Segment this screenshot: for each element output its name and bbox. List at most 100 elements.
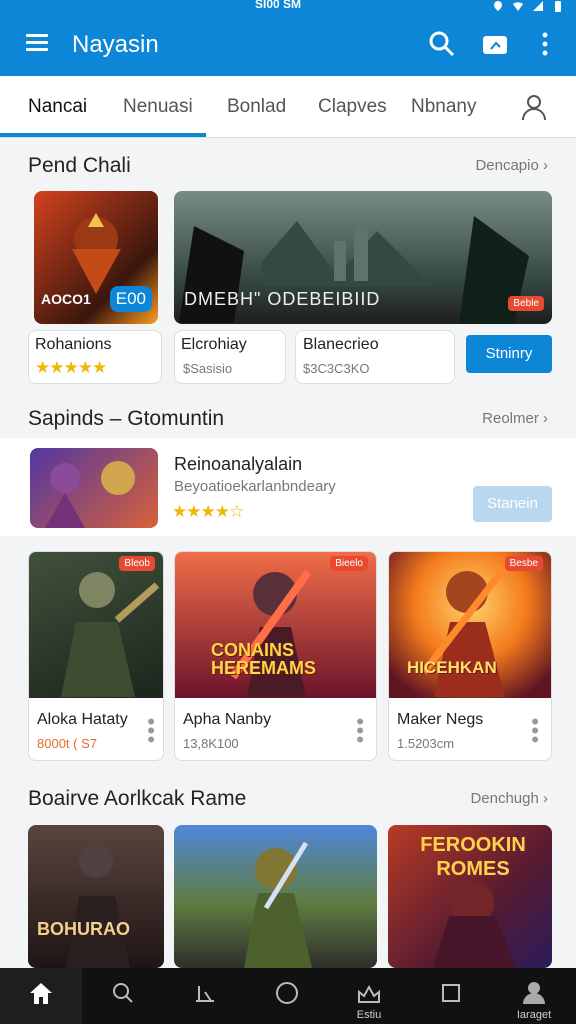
app-title: Nayasin <box>72 31 159 58</box>
see-all-label: Dencapio <box>475 157 539 174</box>
featured-banner-art[interactable]: DMEBH" ODEBEIBIID Beble <box>174 191 552 324</box>
grid-title-1: Aloka Hataty <box>37 711 128 728</box>
search-icon <box>113 983 133 1003</box>
recommended-art-title-3: FEROOKIN ROMES <box>420 834 526 880</box>
crown-icon <box>358 984 380 1003</box>
gamepad-icon[interactable] <box>479 28 511 60</box>
grid-title-2: Apha Nanby <box>183 711 272 728</box>
grid-sub-1: 8000t ( S7 <box>37 736 97 751</box>
grid-card-3[interactable]: HICEHKAN Besbe Maker Negs 1.5203cm • • • <box>388 551 552 761</box>
section-title-recommended: Boairve Aorlkcak Rame <box>28 787 247 810</box>
grid-sub-2: 13,8K100 <box>183 736 239 751</box>
nav-label-crown: Estiu <box>356 1009 382 1021</box>
grid-title-3: Maker Negs <box>397 711 484 728</box>
bottom-navigation: Estiu Iaraget <box>0 968 576 1024</box>
grid-card-art-3: HICEHKAN <box>389 552 551 698</box>
grid-card-art-2: CONAINS HEREMAMS <box>175 552 376 698</box>
nav-games[interactable] <box>164 968 246 1024</box>
location-icon <box>494 1 502 11</box>
nav-label-account: Iaraget <box>516 1009 552 1021</box>
featured-sub-3: $3C3C3KO <box>303 361 370 376</box>
grid-badge-2: Bieelo <box>330 556 368 571</box>
circle-icon <box>276 982 298 1004</box>
status-bar: SI00 SM <box>0 0 576 14</box>
see-all-recommended[interactable]: Denchugh › <box>470 790 548 807</box>
grid-art-title-3: HICEHKAN <box>407 658 497 677</box>
featured-sub-2: $Sasisio <box>183 361 233 376</box>
upcoming-button[interactable]: Stanein <box>473 486 552 522</box>
active-tab-indicator <box>0 133 206 137</box>
status-time: SI00 SM <box>255 0 302 11</box>
see-all-featured[interactable]: Dencapio › <box>475 157 548 174</box>
featured-card-3[interactable]: Blanecrieo $3C3C3KO <box>295 330 455 384</box>
battery-icon <box>555 1 561 12</box>
more-options-icon[interactable]: • • • <box>356 711 364 751</box>
chevron-right-icon: › <box>543 410 548 427</box>
featured-title-2: Elcrohiay <box>181 336 247 353</box>
featured-action-button[interactable]: Stninry <box>466 335 552 373</box>
grid-card-art-1 <box>29 552 163 698</box>
chevron-right-icon: › <box>543 790 548 807</box>
knight-art <box>61 572 160 697</box>
grid-sub-3: 1.5203cm <box>397 736 455 751</box>
tab-nenuasi[interactable]: Nenuasi <box>123 96 193 118</box>
upcoming-subtitle: Beyoatioekarlanbndeary <box>174 478 336 495</box>
tab-clapves[interactable]: Clapves <box>318 96 387 118</box>
nav-circle[interactable] <box>246 968 328 1024</box>
upcoming-title: Reinoanalyalain <box>174 454 303 474</box>
menu-icon[interactable] <box>26 34 48 52</box>
search-icon[interactable] <box>426 28 458 60</box>
featured-game-caption: AOCO1 <box>41 291 91 307</box>
see-all-label: Denchugh <box>470 790 539 807</box>
recommended-game-art-2[interactable] <box>174 825 377 968</box>
more-vertical-icon[interactable] <box>529 28 561 60</box>
wifi-icon <box>513 2 523 12</box>
grid-art-title-2: CONAINS HEREMAMS <box>211 640 317 678</box>
battle-scene-art <box>244 841 312 968</box>
app-bar: Nayasin <box>0 14 576 76</box>
featured-card-1[interactable]: Rohanions ★★★★★ <box>28 330 162 384</box>
heroes-art <box>45 461 135 528</box>
tab-nbnany[interactable]: Nbnany <box>411 96 477 118</box>
rating-stars-1: ★★★★★ <box>35 358 107 377</box>
featured-price-badge: E00 <box>109 286 152 312</box>
nav-square[interactable] <box>410 968 492 1024</box>
recommended-game-art-3[interactable]: FEROOKIN ROMES <box>388 825 552 968</box>
signal-icon <box>533 1 543 11</box>
featured-title-3: Blanecrieo <box>303 336 379 353</box>
featured-game-art[interactable]: AOCO1 E00 <box>34 191 158 324</box>
nav-account[interactable]: Iaraget <box>492 968 576 1024</box>
tab-bonlad[interactable]: Bonlad <box>227 96 286 118</box>
more-options-icon[interactable]: • • • <box>531 711 539 751</box>
category-tabs: Nancai Nenuasi Bonlad Clapves Nbnany <box>0 76 576 138</box>
section-title-upcoming: Sapinds – Gtomuntin <box>28 407 225 430</box>
see-all-upcoming[interactable]: Reolmer › <box>482 410 548 427</box>
featured-title-1: Rohanions <box>35 336 112 353</box>
more-options-icon[interactable]: • • • <box>147 711 155 751</box>
upcoming-list-item[interactable]: Reinoanalyalain Beyoatioekarlanbndeary ★… <box>0 438 576 536</box>
dark-warriors-art <box>66 844 130 968</box>
home-icon <box>30 983 52 1004</box>
user-icon <box>523 982 545 1004</box>
banner-badge: Beble <box>508 296 544 311</box>
nav-crown[interactable]: Estiu <box>328 968 410 1024</box>
recommended-art-title-1: BOHURAO <box>37 919 130 939</box>
grid-badge-1: Bleob <box>119 556 155 571</box>
chevron-right-icon: › <box>543 157 548 174</box>
controller-icon <box>196 986 214 1002</box>
profile-icon[interactable] <box>520 93 548 121</box>
nav-home[interactable] <box>0 968 82 1024</box>
square-icon <box>442 984 460 1002</box>
upcoming-rating-stars: ★★★★☆ <box>172 502 244 521</box>
featured-card-2[interactable]: Elcrohiay $Sasisio <box>174 330 286 384</box>
tab-nancai[interactable]: Nancai <box>28 96 87 118</box>
recommended-game-art-1[interactable]: BOHURAO <box>28 825 164 968</box>
section-title-featured: Pend Chali <box>28 154 131 177</box>
grid-card-2[interactable]: CONAINS HEREMAMS Bieelo Apha Nanby 13,8K… <box>174 551 377 761</box>
banner-caption: DMEBH" ODEBEIBIID <box>184 289 381 309</box>
nav-search[interactable] <box>82 968 164 1024</box>
grid-card-1[interactable]: Bleob Aloka Hataty 8000t ( S7 • • • <box>28 551 164 761</box>
status-icons <box>492 0 564 12</box>
upcoming-game-art <box>30 448 158 528</box>
grid-badge-3: Besbe <box>504 556 543 571</box>
